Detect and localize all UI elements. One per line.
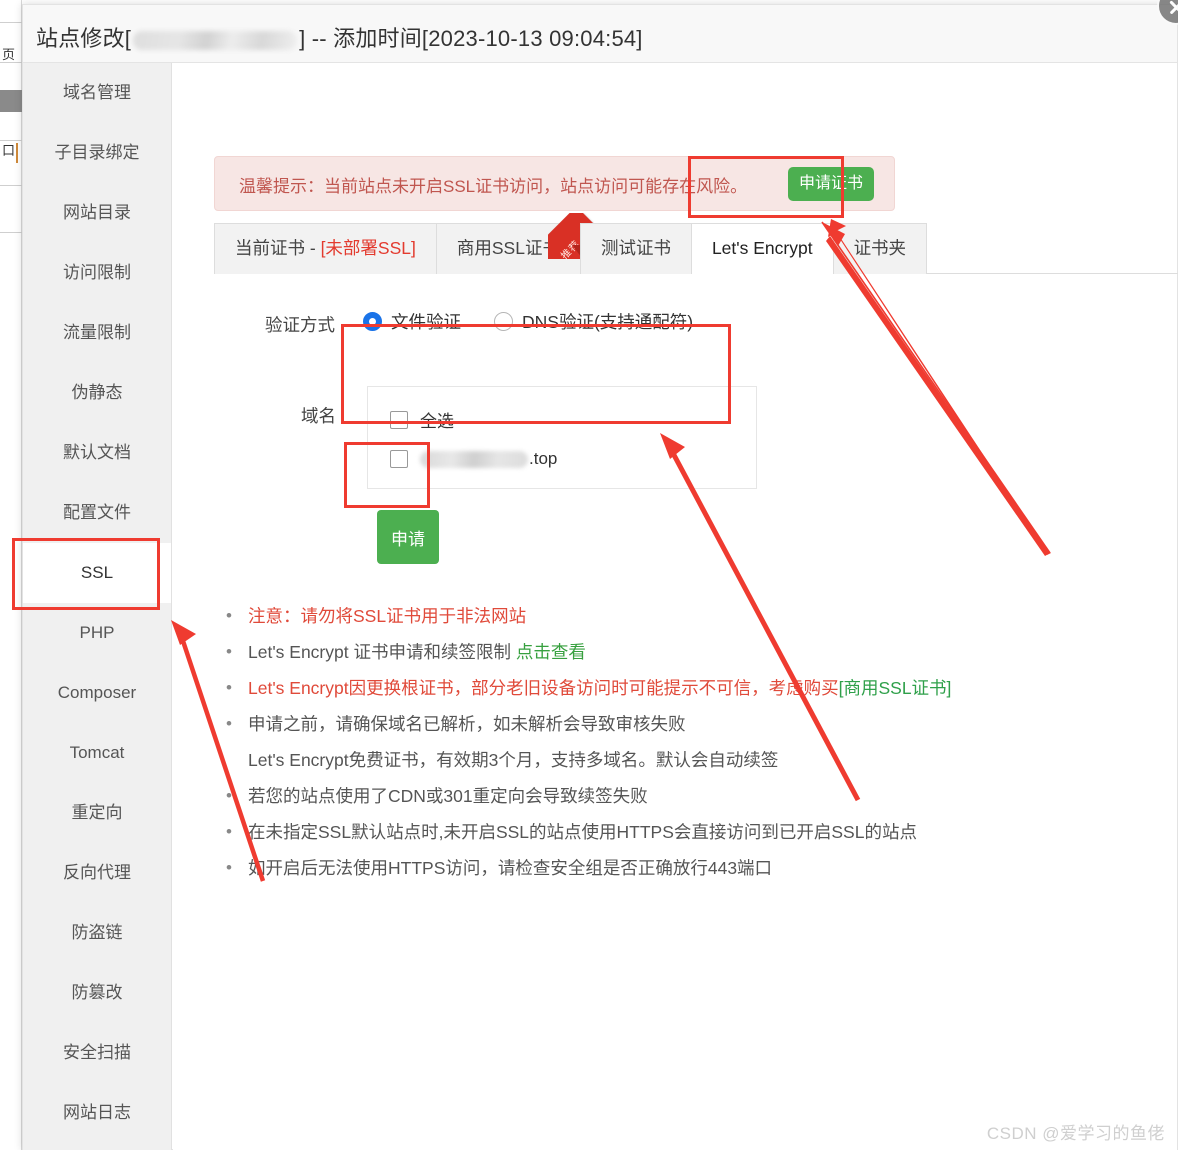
domain-list: 全选 .top [367,386,757,489]
modal-titlebar: 站点修改[ ] -- 添加时间[2023-10-13 09:04:54] [23,0,1178,63]
note-item: Let's Encrypt 证书申请和续签限制 点击查看 [218,634,1038,670]
sidebar-item-rewrite[interactable]: 伪静态 [23,363,171,423]
sidebar-item-redirect[interactable]: 重定向 [23,783,171,843]
page-title: 站点修改[ ] -- 添加时间[2023-10-13 09:04:54] [36,21,643,53]
tab-commercial-ssl[interactable]: 商用SSL证书 推荐 [435,213,594,274]
note-text: Let's Encrypt因更换根证书，部分老旧设备访问时可能提示不可信，考虑购… [248,678,839,698]
note-item: 在未指定SSL默认站点时,未开启SSL的站点使用HTTPS会直接访问到已开启SS… [218,814,1038,850]
verification-method-row: 验证方式 文件验证 DNS验证(支持通配符) [173,306,1177,342]
tab-current-certificate-status: [未部署SSL] [320,238,416,258]
sidebar-item-config-file[interactable]: 配置文件 [23,483,171,543]
certificate-tabs: 当前证书 - [未部署SSL] 商用SSL证书 推荐 测试证书 Let's En… [214,213,1178,274]
background-page-strip: 页 口 [0,0,22,1150]
note-item: 申请之前，请确保域名已解析，如未解析会导致审核失败 [218,706,1038,742]
note-item: Let's Encrypt免费证书，有效期3个月，支持多域名。默认会自动续签 [248,750,779,770]
checkbox-domain-icon [390,450,408,468]
site-edit-modal: 站点修改[ ] -- 添加时间[2023-10-13 09:04:54] 域名管理… [22,0,1178,1150]
radio-dns-verification-label: DNS验证(支持通配符) [522,312,694,332]
sidebar-item-site-log[interactable]: 网站日志 [23,1083,171,1143]
sidebar-item-anti-tamper[interactable]: 防篡改 [23,963,171,1023]
sidebar-item-access-limit[interactable]: 访问限制 [23,243,171,303]
sidebar-item-security-scan[interactable]: 安全扫描 [23,1023,171,1083]
note-item: 若您的站点使用了CDN或301重定向会导致续签失败 [218,778,1038,814]
tab-current-certificate[interactable]: 当前证书 - [未部署SSL] [214,223,437,274]
tab-certificate-folder[interactable]: 证书夹 [832,223,928,274]
title-suffix: ] -- 添加时间[2023-10-13 09:04:54] [299,26,643,51]
commercial-ssl-link[interactable]: [商用SSL证书] [839,678,952,698]
radio-dns-verification-icon [494,312,513,331]
domain-select-all-label: 全选 [420,412,454,431]
sidebar-item-domain[interactable]: 域名管理 [23,63,171,123]
notes-list: 注意：请勿将SSL证书用于非法网站 Let's Encrypt 证书申请和续签限… [218,598,1038,886]
watermark: CSDN @爱学习的鱼佬 [986,1124,1165,1143]
sidebar-item-site-directory[interactable]: 网站目录 [23,183,171,243]
content-area: 温馨提示：当前站点未开启SSL证书访问，站点访问可能存在风险。 申请证书 当前证… [173,63,1178,1150]
note-item: 注意：请勿将SSL证书用于非法网站 [218,598,1038,634]
sidebar-item-anti-leech[interactable]: 防盗链 [23,903,171,963]
sidebar-item-tomcat[interactable]: Tomcat [23,723,171,783]
sidebar: 域名管理 子目录绑定 网站目录 访问限制 流量限制 伪静态 默认文档 配置文件 … [23,63,172,1150]
radio-file-verification[interactable]: 文件验证 [363,309,461,334]
screenshot-root: 页 口 站点修改[ ] -- 添加时间[2023-10-13 09:04:54] … [0,0,1178,1150]
sidebar-item-composer[interactable]: Composer [23,663,171,723]
ssl-warning-banner: 温馨提示：当前站点未开启SSL证书访问，站点访问可能存在风险。 申请证书 [214,156,895,211]
note-item: Let's Encrypt因更换根证书，部分老旧设备访问时可能提示不可信，考虑购… [218,670,1038,706]
tab-commercial-ssl-label: 商用SSL证书 [456,238,560,258]
sidebar-item-default-doc[interactable]: 默认文档 [23,423,171,483]
checkbox-select-all-icon [390,410,408,429]
note-text: Let's Encrypt 证书申请和续签限制 [248,642,516,662]
domain-item-label: .top [529,449,558,468]
sidebar-item-php[interactable]: PHP [23,603,171,663]
redacted-domain-blur [420,450,528,468]
apply-certificate-button[interactable]: 申请证书 [788,167,875,201]
ssl-warning-text: 温馨提示：当前站点未开启SSL证书访问，站点访问可能存在风险。 [239,177,748,196]
close-icon[interactable] [1157,0,1178,25]
note-item: 如开启后无法使用HTTPS访问，请检查安全组是否正确放行443端口 [218,850,1038,886]
radio-file-verification-icon [363,312,382,331]
tab-test-certificate[interactable]: 测试证书 [579,223,692,274]
tab-lets-encrypt[interactable]: Let's Encrypt [690,223,834,274]
domain-item[interactable]: .top [390,449,557,469]
verification-method-label: 验证方式 [265,315,335,335]
radio-dns-verification[interactable]: DNS验证(支持通配符) [494,309,693,334]
redacted-domain-blur [133,31,298,50]
domain-label: 域名 [301,406,336,426]
title-prefix: 站点修改[ [36,26,132,51]
sidebar-item-ssl[interactable]: SSL [23,543,171,603]
tab-current-certificate-label: 当前证书 - [235,238,321,258]
modal-body: 域名管理 子目录绑定 网站目录 访问限制 流量限制 伪静态 默认文档 配置文件 … [23,63,1178,1150]
radio-file-verification-label: 文件验证 [391,312,461,332]
sidebar-item-traffic-limit[interactable]: 流量限制 [23,303,171,363]
domain-select-all[interactable]: 全选 [390,407,454,432]
view-limits-link[interactable]: 点击查看 [516,642,586,662]
apply-button[interactable]: 申请 [377,510,439,564]
sidebar-item-reverse-proxy[interactable]: 反向代理 [23,843,171,903]
sidebar-item-subdirectory[interactable]: 子目录绑定 [23,123,171,183]
